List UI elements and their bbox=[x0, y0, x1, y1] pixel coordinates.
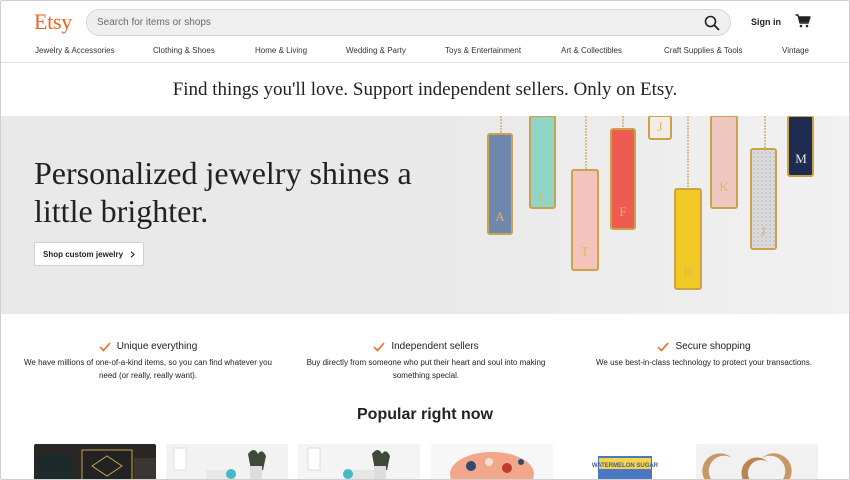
shop-custom-jewelry-button[interactable]: Shop custom jewelry bbox=[34, 242, 145, 266]
nav-item-wedding[interactable]: Wedding & Party bbox=[346, 46, 406, 55]
feature-description: We use best-in-class technology to prote… bbox=[596, 358, 812, 367]
popular-section-title: Popular right now bbox=[357, 406, 493, 423]
popular-item-home-decor[interactable] bbox=[298, 444, 420, 480]
feature-title: Independent sellers bbox=[391, 341, 479, 352]
hero-banner: Personalized jewelry shines a little bri… bbox=[1, 116, 849, 314]
pendant-letter: A bbox=[495, 209, 505, 224]
pendant-letter: J bbox=[657, 119, 662, 134]
nav-item-jewelry[interactable]: Jewelry & Accessories bbox=[35, 46, 115, 55]
page: Etsy Sign in Jewelry & Accessories Cloth… bbox=[0, 0, 850, 480]
feature-title: Secure shopping bbox=[675, 341, 751, 352]
popular-item-poster[interactable]: WATERMELON SUGAR bbox=[563, 444, 685, 480]
pendant-letter: L bbox=[538, 189, 546, 204]
checkmark-icon bbox=[99, 342, 111, 352]
category-nav: Jewelry & Accessories Clothing & Shoes H… bbox=[1, 45, 849, 63]
pendant-letter: J bbox=[760, 224, 765, 239]
feature-description: Buy directly from someone who put their … bbox=[306, 358, 546, 380]
search-input[interactable] bbox=[97, 17, 677, 28]
nav-item-art[interactable]: Art & Collectibles bbox=[561, 46, 622, 55]
popular-items-row: WATERMELON SUGAR bbox=[1, 444, 849, 480]
feature-secure: Secure shopping We use best-in-class tec… bbox=[579, 341, 829, 369]
sign-in-link[interactable]: Sign in bbox=[751, 17, 781, 27]
search-bar bbox=[86, 9, 731, 36]
nav-item-clothing[interactable]: Clothing & Shoes bbox=[153, 46, 215, 55]
hero-title: Personalized jewelry shines a little bri… bbox=[34, 155, 412, 229]
search-icon[interactable] bbox=[704, 15, 720, 31]
feature-sellers: Independent sellers Buy directly from so… bbox=[301, 341, 551, 382]
nav-item-vintage[interactable]: Vintage bbox=[782, 46, 809, 55]
chevron-right-icon bbox=[130, 250, 135, 258]
pendant-letter: F bbox=[619, 204, 626, 219]
popular-item-room-decor[interactable] bbox=[166, 444, 288, 480]
nav-item-home[interactable]: Home & Living bbox=[255, 46, 307, 55]
pendant-letter: K bbox=[719, 179, 729, 194]
poster-text: WATERMELON SUGAR bbox=[592, 463, 659, 469]
checkmark-icon bbox=[373, 342, 385, 352]
feature-title: Unique everything bbox=[116, 341, 198, 352]
checkmark-icon bbox=[657, 342, 670, 352]
popular-item-tarot-card[interactable] bbox=[34, 444, 156, 480]
pendant-letter: M bbox=[795, 151, 807, 166]
popular-item-face-mask[interactable] bbox=[431, 444, 553, 480]
hero-jewelry-image: A L T F J B K J M bbox=[441, 116, 849, 314]
cart-icon[interactable] bbox=[795, 14, 811, 28]
nav-item-toys[interactable]: Toys & Entertainment bbox=[445, 46, 521, 55]
pendant-letter: B bbox=[684, 264, 693, 279]
tagline: Find things you'll love. Support indepen… bbox=[172, 79, 678, 100]
etsy-logo[interactable]: Etsy bbox=[34, 9, 72, 35]
popular-item-moon-shelf[interactable] bbox=[696, 444, 818, 480]
feature-unique: Unique everything We have millions of on… bbox=[23, 341, 273, 382]
hero-button-label: Shop custom jewelry bbox=[43, 249, 124, 259]
feature-description: We have millions of one-of-a-kind items,… bbox=[24, 358, 272, 380]
nav-item-craft[interactable]: Craft Supplies & Tools bbox=[664, 46, 743, 55]
pendant-letter: T bbox=[581, 244, 589, 259]
